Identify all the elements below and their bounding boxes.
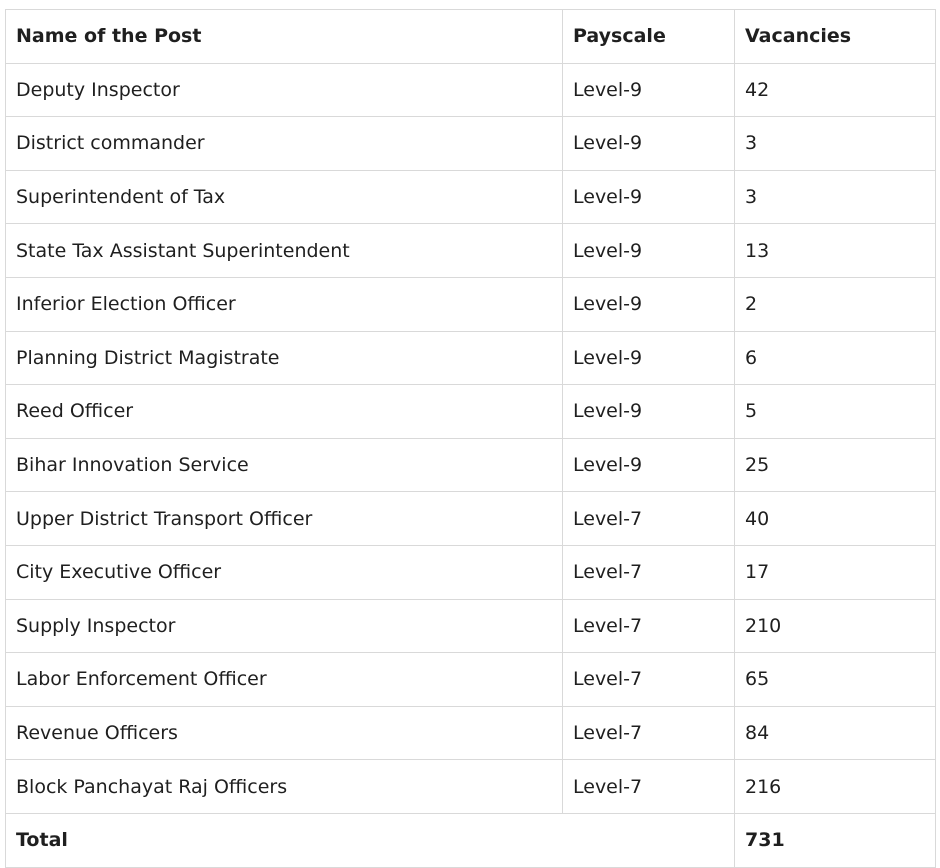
header-post-name: Name of the Post (5, 9, 563, 64)
table-row: Labor Enforcement Officer Level-7 65 (5, 652, 936, 707)
table-row: Revenue Officers Level-7 84 (5, 705, 936, 761)
cell-payscale: Level-7 (562, 544, 735, 600)
header-vacancies: Vacancies (734, 9, 936, 64)
cell-vacancies: 3 (734, 169, 936, 225)
table-row: Inferior Election Officer Level-9 2 (5, 276, 936, 332)
cell-vacancies: 13 (734, 223, 936, 278)
cell-payscale: Level-7 (562, 759, 735, 814)
table-total-row: Total 731 (5, 812, 936, 868)
table-row: Upper District Transport Officer Level-7… (5, 491, 936, 546)
cell-payscale: Level-9 (562, 330, 735, 386)
table-row: Block Panchayat Raj Officers Level-7 216 (5, 759, 936, 814)
cell-payscale: Level-9 (562, 116, 735, 171)
cell-vacancies: 6 (734, 330, 936, 386)
cell-vacancies: 216 (734, 759, 936, 814)
cell-vacancies: 84 (734, 705, 936, 761)
table-row: State Tax Assistant Superintendent Level… (5, 223, 936, 278)
cell-post-name: City Executive Officer (5, 544, 563, 600)
table-row: Supply Inspector Level-7 210 (5, 598, 936, 654)
table-row: District commander Level-9 3 (5, 116, 936, 171)
vacancy-table: Name of the Post Payscale Vacancies Depu… (5, 9, 936, 868)
cell-post-name: Block Panchayat Raj Officers (5, 759, 563, 814)
cell-vacancies: 210 (734, 598, 936, 654)
table-row: Deputy Inspector Level-9 42 (5, 62, 936, 118)
total-label: Total (5, 812, 735, 868)
cell-post-name: Supply Inspector (5, 598, 563, 654)
cell-vacancies: 17 (734, 544, 936, 600)
table-row: Bihar Innovation Service Level-9 25 (5, 437, 936, 493)
cell-post-name: Planning District Magistrate (5, 330, 563, 386)
cell-payscale: Level-7 (562, 491, 735, 546)
table-row: Reed Officer Level-9 5 (5, 384, 936, 439)
cell-post-name: Reed Officer (5, 384, 563, 439)
total-value: 731 (734, 812, 936, 868)
cell-payscale: Level-9 (562, 437, 735, 493)
cell-payscale: Level-9 (562, 169, 735, 225)
cell-post-name: Upper District Transport Officer (5, 491, 563, 546)
cell-post-name: State Tax Assistant Superintendent (5, 223, 563, 278)
cell-vacancies: 3 (734, 116, 936, 171)
cell-post-name: District commander (5, 116, 563, 171)
cell-post-name: Deputy Inspector (5, 62, 563, 118)
cell-post-name: Inferior Election Officer (5, 276, 563, 332)
cell-payscale: Level-9 (562, 384, 735, 439)
cell-vacancies: 25 (734, 437, 936, 493)
table-row: Superintendent of Tax Level-9 3 (5, 169, 936, 225)
cell-vacancies: 42 (734, 62, 936, 118)
cell-payscale: Level-7 (562, 652, 735, 707)
table-header-row: Name of the Post Payscale Vacancies (5, 9, 936, 64)
header-payscale: Payscale (562, 9, 735, 64)
table-row: Planning District Magistrate Level-9 6 (5, 330, 936, 386)
cell-post-name: Labor Enforcement Officer (5, 652, 563, 707)
cell-vacancies: 2 (734, 276, 936, 332)
cell-payscale: Level-7 (562, 598, 735, 654)
cell-payscale: Level-9 (562, 276, 735, 332)
cell-vacancies: 65 (734, 652, 936, 707)
cell-payscale: Level-9 (562, 223, 735, 278)
cell-post-name: Bihar Innovation Service (5, 437, 563, 493)
table-row: City Executive Officer Level-7 17 (5, 544, 936, 600)
cell-post-name: Superintendent of Tax (5, 169, 563, 225)
vacancy-table-container: Name of the Post Payscale Vacancies Depu… (5, 9, 936, 868)
cell-vacancies: 5 (734, 384, 936, 439)
cell-payscale: Level-9 (562, 62, 735, 118)
cell-vacancies: 40 (734, 491, 936, 546)
cell-payscale: Level-7 (562, 705, 735, 761)
cell-post-name: Revenue Officers (5, 705, 563, 761)
